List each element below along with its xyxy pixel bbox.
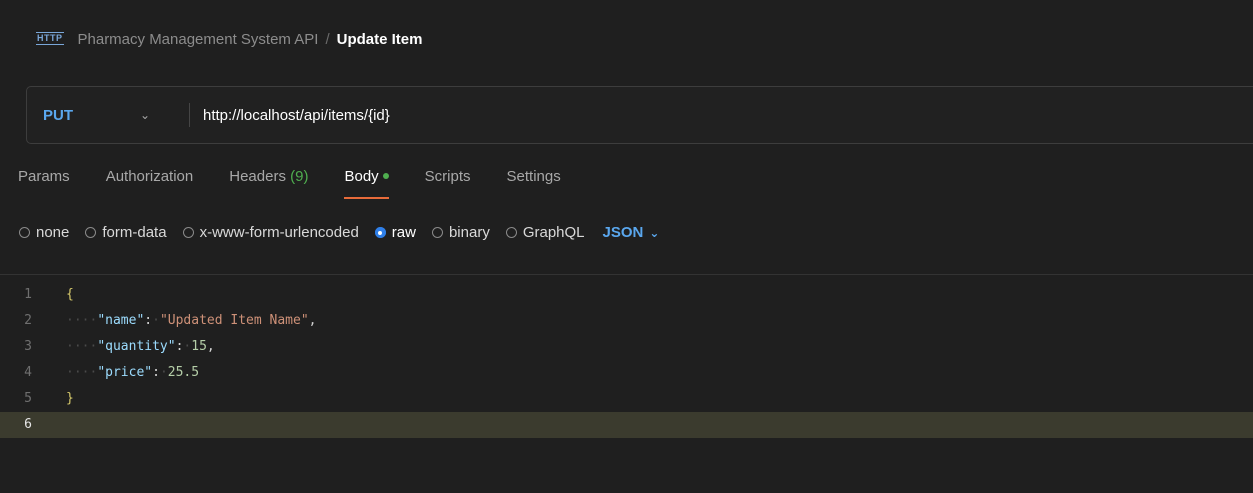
open-brace: {: [66, 287, 74, 302]
code-line: 1 {: [0, 282, 1253, 308]
tab-body[interactable]: Body: [344, 168, 389, 199]
tab-label: Scripts: [424, 168, 471, 185]
chevron-down-icon: ⌄: [649, 226, 660, 240]
json-value: 25.5: [167, 365, 200, 380]
code-line: 2 ····"name":·"Updated Item Name",: [0, 308, 1253, 334]
chevron-down-icon: ⌄: [140, 108, 151, 122]
tab-label: Settings: [506, 168, 561, 185]
radio-label: x-www-form-urlencoded: [199, 224, 359, 241]
radio-label: raw: [391, 224, 416, 241]
radio-none[interactable]: none: [19, 224, 69, 241]
radio-graphql[interactable]: GraphQL: [505, 224, 585, 241]
code-text: {: [66, 282, 74, 308]
line-number: 2: [24, 313, 32, 328]
url-bar: PUT ⌄: [26, 86, 1253, 144]
radio-label: none: [36, 224, 70, 241]
line-number: 6: [24, 417, 32, 432]
json-comma: ,: [308, 313, 317, 328]
tab-authorization[interactable]: Authorization: [106, 168, 194, 199]
radio-form-data[interactable]: form-data: [85, 224, 167, 241]
code-line: 4 ····"price":·25.5: [0, 360, 1253, 386]
code-text: ····"quantity":·15,: [66, 339, 215, 354]
tab-label: Authorization: [105, 168, 194, 185]
tab-params[interactable]: Params: [18, 168, 70, 199]
format-select[interactable]: JSON ⌄: [603, 224, 660, 241]
breadcrumb-separator: /: [325, 30, 330, 48]
format-label: JSON: [602, 224, 644, 241]
code-text: ····"price":·25.5: [66, 365, 200, 380]
line-number: 1: [24, 287, 32, 302]
radio-label: binary: [448, 224, 490, 241]
code-line: 3 ····"quantity":·15,: [0, 334, 1253, 360]
radio-binary[interactable]: binary: [431, 224, 490, 241]
method-label: PUT: [43, 106, 73, 124]
tab-settings[interactable]: Settings: [507, 168, 561, 199]
code-line: 5 }: [0, 386, 1253, 412]
line-number: 4: [24, 365, 32, 380]
radio-icon: [431, 227, 443, 238]
tab-scripts[interactable]: Scripts: [425, 168, 471, 199]
headers-count-badge: (9): [290, 168, 309, 185]
tab-headers[interactable]: Headers (9): [229, 168, 308, 199]
radio-label: GraphQL: [522, 224, 585, 241]
line-number: 5: [24, 391, 32, 406]
json-key: "name": [97, 313, 145, 328]
radio-label: form-data: [102, 224, 167, 241]
radio-icon: [19, 227, 30, 238]
json-comma: ,: [206, 339, 215, 354]
request-name[interactable]: Update Item: [337, 31, 423, 48]
code-text: }: [66, 386, 74, 412]
json-value: 15: [191, 339, 207, 354]
body-editor[interactable]: 1 { 2 ····"name":·"Updated Item Name", 3…: [0, 282, 1253, 438]
radio-checked-icon: [374, 227, 386, 238]
radio-raw[interactable]: raw: [374, 224, 416, 241]
json-key: "price": [97, 365, 153, 380]
url-input[interactable]: [190, 86, 1253, 144]
radio-icon: [85, 227, 97, 238]
radio-icon: [182, 227, 194, 238]
radio-x-www-form-urlencoded[interactable]: x-www-form-urlencoded: [182, 224, 359, 241]
close-brace: }: [66, 391, 74, 406]
http-icon: HTTP: [36, 31, 64, 45]
body-type-options: none form-data x-www-form-urlencoded raw…: [19, 224, 659, 241]
code-text: ····"name":·"Updated Item Name",: [66, 313, 317, 328]
json-value: "Updated Item Name": [159, 313, 309, 328]
tab-label: Headers: [229, 168, 286, 185]
code-line-current: 6: [0, 412, 1253, 438]
method-select[interactable]: PUT ⌄: [27, 87, 189, 143]
radio-icon: [505, 227, 517, 238]
tab-label: Body: [344, 168, 379, 185]
breadcrumb-bar: HTTP Pharmacy Management System API / Up…: [0, 0, 1253, 78]
tab-label: Params: [18, 168, 70, 185]
editor-divider: [0, 274, 1253, 275]
breadcrumb-collection[interactable]: Pharmacy Management System API: [78, 31, 319, 48]
body-modified-dot-icon: [382, 173, 389, 180]
line-number: 3: [24, 339, 32, 354]
request-tabs: Params Authorization Headers (9) Body Sc…: [18, 168, 597, 199]
json-key: "quantity": [97, 339, 176, 354]
